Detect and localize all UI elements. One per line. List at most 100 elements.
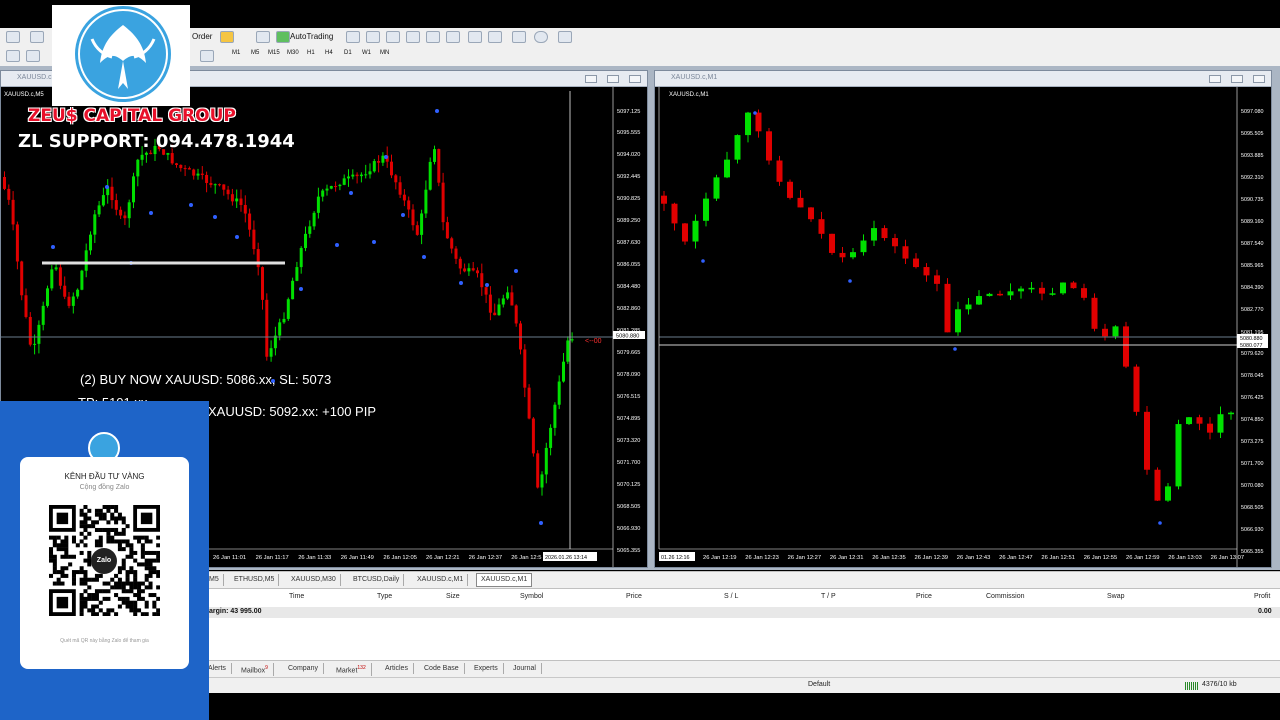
column-profit[interactable]: Profit — [1254, 593, 1270, 600]
new-chart-icon[interactable] — [6, 31, 20, 43]
tab-company[interactable]: Company — [283, 663, 324, 674]
candle-body — [15, 224, 19, 262]
column-sl[interactable]: S / L — [724, 593, 738, 600]
candle-body — [127, 202, 131, 219]
traffic-value[interactable]: 4376/10 kb — [1202, 681, 1237, 688]
timeframe-mn[interactable]: MN — [380, 50, 389, 56]
qr-module — [83, 535, 88, 540]
qr-module — [140, 547, 145, 552]
tab-code-base[interactable]: Code Base — [419, 663, 465, 674]
qr-module — [148, 558, 153, 563]
tab-chart-6[interactable]: XAUUSD.c,M1 — [476, 573, 533, 587]
qr-module — [98, 608, 103, 613]
zoom-in-icon[interactable] — [406, 31, 420, 43]
metaeditor-icon[interactable] — [220, 31, 234, 43]
qr-module — [91, 520, 96, 525]
crosshair-icon[interactable] — [26, 50, 40, 62]
column-type[interactable]: Type — [377, 593, 392, 600]
price-tick: 5073.320 — [617, 438, 640, 444]
maximize-icon[interactable] — [1231, 75, 1243, 83]
candle-body — [692, 220, 699, 242]
column-tp[interactable]: T / P — [821, 593, 836, 600]
column-symbol[interactable]: Symbol — [520, 593, 543, 600]
profiles-icon[interactable] — [30, 31, 44, 43]
column-size[interactable]: Size — [446, 593, 460, 600]
bar-chart-icon[interactable] — [346, 31, 360, 43]
qr-module — [133, 604, 138, 609]
qr-module — [49, 558, 54, 563]
chart-shift-icon[interactable] — [488, 31, 502, 43]
zoom-out-icon[interactable] — [426, 31, 440, 43]
column-price[interactable]: Price — [626, 593, 642, 600]
timeframe-m5[interactable]: M5 — [251, 50, 259, 56]
qr-module — [106, 531, 111, 536]
candlestick-icon[interactable] — [366, 31, 380, 43]
timeframe-m30[interactable]: M30 — [287, 50, 299, 56]
tab-chart-3[interactable]: XAUUSD,M30 — [287, 574, 341, 586]
minimize-icon[interactable] — [585, 75, 597, 83]
candle-body — [377, 161, 381, 163]
timeframe-h4[interactable]: H4 — [325, 50, 333, 56]
close-icon[interactable] — [1253, 75, 1265, 83]
line-chart-icon[interactable] — [386, 31, 400, 43]
candle-body — [776, 160, 783, 182]
qr-module — [133, 550, 138, 555]
timeframe-d1[interactable]: D1 — [344, 50, 352, 56]
candle-body — [1175, 424, 1182, 487]
candle-body — [549, 427, 553, 448]
autotrading-button[interactable]: AutoTrading — [290, 31, 333, 43]
timeframe-h1[interactable]: H1 — [307, 50, 315, 56]
column-time[interactable]: Time — [289, 593, 304, 600]
candle-body — [278, 322, 282, 336]
cursor-icon[interactable] — [6, 50, 20, 62]
drawing-tools-icon[interactable] — [200, 50, 214, 62]
minimize-icon[interactable] — [1209, 75, 1221, 83]
qr-finder-core — [56, 596, 69, 609]
new-order-button[interactable]: Order — [192, 31, 212, 43]
tab-chart-5[interactable]: XAUUSD.c,M1 — [413, 574, 469, 586]
indicators-icon[interactable] — [512, 31, 526, 43]
timeframe-m1[interactable]: M1 — [232, 50, 240, 56]
tab-journal[interactable]: Journal — [508, 663, 542, 674]
column-price-current[interactable]: Price — [916, 593, 932, 600]
price-tick: 5092.310 — [1241, 175, 1263, 181]
tab-chart-4[interactable]: BTCUSD,Daily — [349, 574, 405, 586]
tab-articles[interactable]: Articles — [380, 663, 414, 674]
candle-body — [192, 169, 196, 176]
tab-experts[interactable]: Experts — [469, 663, 504, 674]
market-icon[interactable] — [256, 31, 270, 43]
candle-body — [261, 267, 264, 300]
periods-icon[interactable] — [534, 31, 548, 43]
qr-module — [98, 543, 103, 548]
qr-module — [121, 562, 126, 567]
tab-chart-2[interactable]: ETHUSD,M5 — [230, 574, 280, 586]
candle-body — [523, 349, 527, 388]
price-tick: 5084.390 — [1241, 285, 1263, 291]
candle-body — [871, 228, 877, 241]
qr-module — [140, 596, 145, 601]
timeframe-w1[interactable]: W1 — [362, 50, 371, 56]
qr-card: KÊNH ĐẦU TƯ VÀNG Cộng đồng Zalo Zalo Qué… — [20, 457, 189, 669]
price-chart-right[interactable]: 5097.080 5095.505 5093.885 5092.310 5090.735… — [655, 87, 1271, 567]
tab-mailbox[interactable]: Mailbox9 — [236, 663, 274, 677]
autoscroll-icon[interactable] — [468, 31, 482, 43]
candle-body — [20, 261, 24, 296]
qr-module — [133, 573, 138, 578]
qr-module — [83, 524, 88, 529]
tab-market[interactable]: Market132 — [331, 663, 372, 677]
tile-windows-icon[interactable] — [446, 31, 460, 43]
timeframe-m15[interactable]: M15 — [268, 50, 280, 56]
chart-window-right[interactable]: XAUUSD.c,M1 XAUUSD.c,M1 5097.080 5095.505… — [654, 70, 1272, 568]
close-icon[interactable] — [629, 75, 641, 83]
templates-icon[interactable] — [558, 31, 572, 43]
maximize-icon[interactable] — [607, 75, 619, 83]
column-swap[interactable]: Swap — [1107, 593, 1125, 600]
candle-body — [839, 252, 846, 258]
candle-body — [402, 194, 406, 201]
profile-name[interactable]: Default — [808, 681, 830, 688]
fractal-marker — [335, 243, 339, 247]
candle-body — [205, 174, 209, 183]
autotrading-icon[interactable] — [276, 31, 290, 43]
column-commission[interactable]: Commission — [986, 593, 1025, 600]
chart-window-right-titlebar[interactable]: XAUUSD.c,M1 — [655, 71, 1271, 87]
